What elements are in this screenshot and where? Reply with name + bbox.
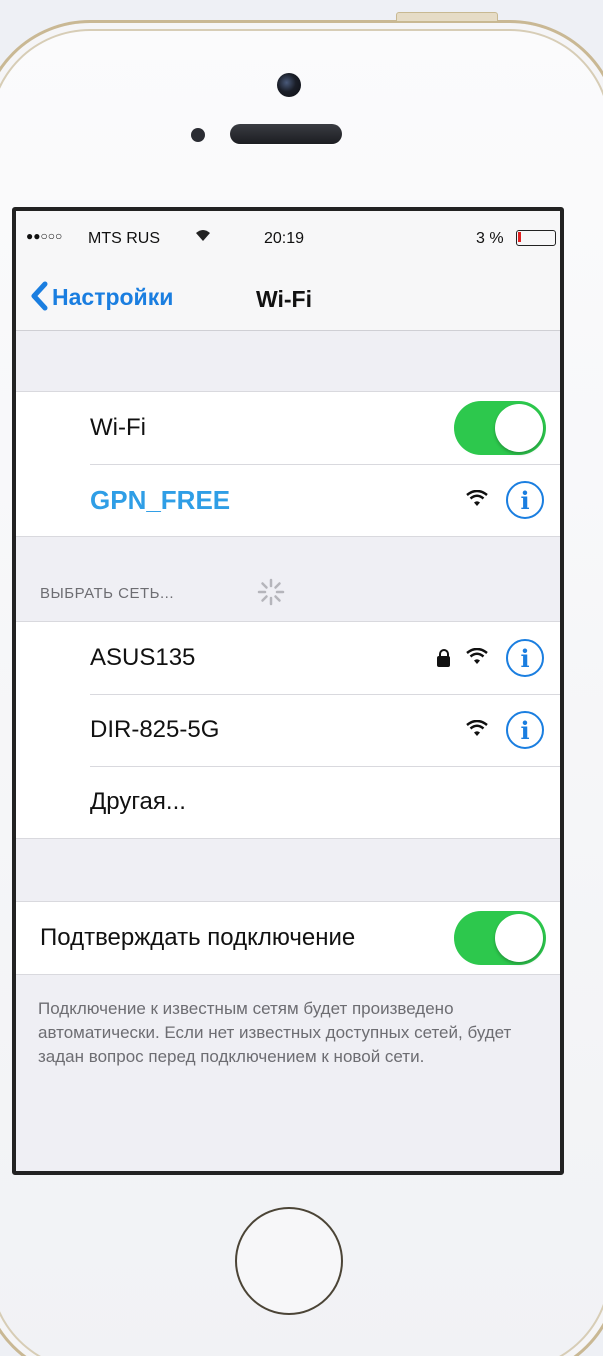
carrier-name: MTS RUS [88, 230, 160, 247]
signal-strength-icon: ●●○○○ [26, 229, 63, 243]
info-icon[interactable]: i [506, 481, 544, 519]
wifi-toggle-row: Wi-Fi [16, 392, 560, 464]
battery-percent: 3 % [476, 230, 504, 247]
connected-network-row[interactable]: GPN_FREE i [16, 464, 560, 536]
status-bar: ●●○○○ MTS RUS 20:19 3 % [16, 211, 560, 267]
network-row[interactable]: DIR-825-5G i [16, 694, 560, 766]
earpiece-speaker [230, 124, 342, 144]
section-spacer [16, 839, 560, 901]
connected-network-name: GPN_FREE [90, 484, 231, 515]
lock-icon [437, 649, 450, 667]
power-button [396, 12, 498, 22]
battery-icon [516, 230, 556, 246]
info-icon[interactable]: i [506, 711, 544, 749]
loading-spinner-icon [256, 577, 286, 614]
network-name: DIR-825-5G [90, 716, 220, 743]
wifi-status-icon [194, 226, 212, 247]
choose-network-header: ВЫБРАТЬ СЕТЬ... [16, 537, 560, 621]
ask-to-join-row: Подтверждать подключение [16, 902, 560, 974]
clock: 20:19 [264, 230, 305, 247]
info-icon[interactable]: i [506, 639, 544, 677]
wifi-signal-icon [466, 487, 488, 513]
chevron-left-icon [30, 281, 48, 314]
other-network-label: Другая... [90, 788, 186, 815]
networks-group: ASUS135 i DIR-825-5G i Другая... [16, 621, 560, 839]
page-title: Wi-Fi [256, 286, 312, 312]
proximity-sensor [191, 128, 205, 142]
navigation-bar: Настройки Wi-Fi [16, 267, 560, 331]
ask-to-join-group: Подтверждать подключение [16, 901, 560, 975]
back-button[interactable]: Настройки [30, 281, 173, 314]
network-row[interactable]: ASUS135 i [16, 622, 560, 694]
wifi-label: Wi-Fi [90, 414, 146, 441]
wifi-group: Wi-Fi GPN_FREE i [16, 391, 560, 537]
network-name: ASUS135 [90, 644, 196, 671]
front-camera [277, 73, 301, 97]
section-spacer [16, 331, 560, 391]
screen: ●●○○○ MTS RUS 20:19 3 % Настройки Wi-Fi … [12, 207, 564, 1175]
ask-to-join-label: Подтверждать подключение [40, 924, 356, 951]
choose-network-label: ВЫБРАТЬ СЕТЬ... [40, 585, 174, 602]
home-button[interactable] [235, 1207, 343, 1315]
wifi-toggle[interactable] [454, 401, 546, 455]
ask-to-join-toggle[interactable] [454, 911, 546, 965]
back-label: Настройки [52, 284, 174, 310]
wifi-signal-icon [466, 645, 488, 671]
ask-to-join-description: Подключение к известным сетям будет прои… [38, 999, 512, 1066]
other-network-row[interactable]: Другая... [16, 766, 560, 838]
wifi-signal-icon [466, 717, 488, 743]
